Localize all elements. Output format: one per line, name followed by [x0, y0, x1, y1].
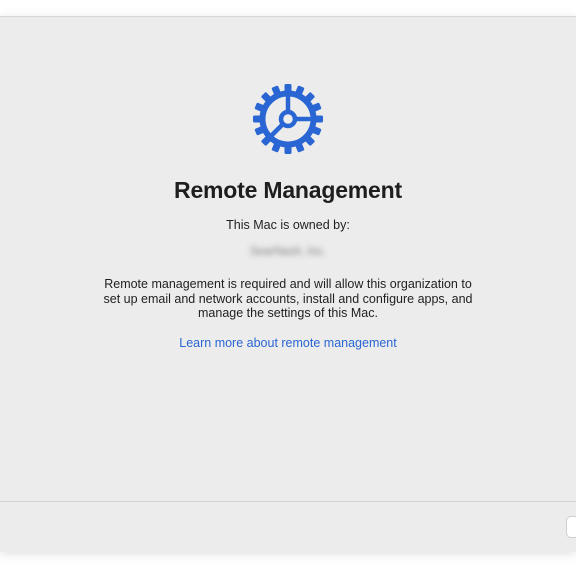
- owned-by-label: This Mac is owned by:: [226, 218, 350, 232]
- gear-icon: [253, 84, 323, 154]
- continue-button[interactable]: [566, 516, 576, 538]
- page-title: Remote Management: [174, 177, 402, 203]
- remote-management-pane: Remote Management This Mac is owned by: …: [0, 17, 576, 501]
- footer-bar: [0, 502, 576, 552]
- learn-more-link[interactable]: Learn more about remote management: [0, 336, 576, 350]
- setup-window: Remote Management This Mac is owned by: …: [0, 16, 576, 552]
- description-text: Remote management is required and will a…: [103, 277, 473, 320]
- organization-name: SearNash, Inc.: [249, 246, 327, 258]
